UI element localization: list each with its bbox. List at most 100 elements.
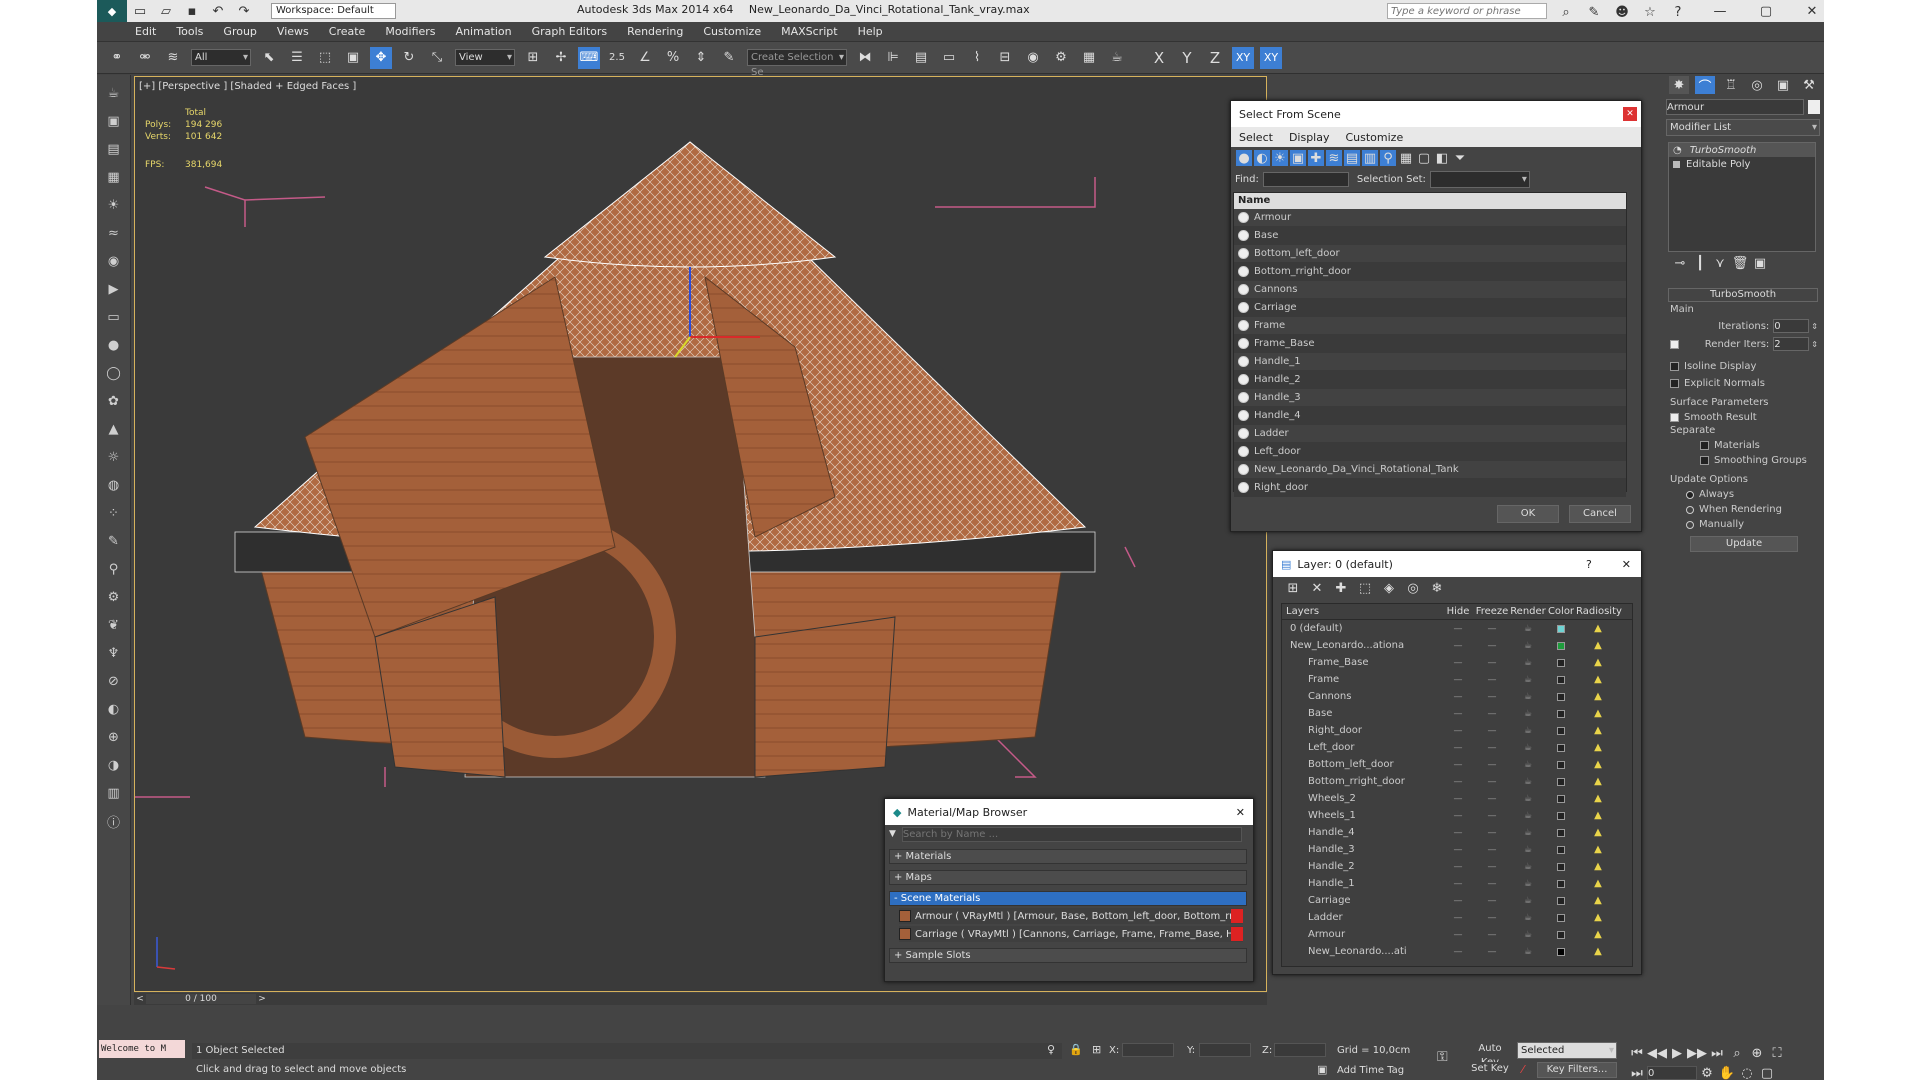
layer-row[interactable]: Bottom_rright_door — — ☕ ▲ bbox=[1282, 773, 1632, 790]
bulb-icon[interactable]: ◔ bbox=[1673, 145, 1682, 156]
window-crossing-icon[interactable]: ▣ bbox=[342, 47, 364, 69]
select-plus-icon[interactable]: ⊕ bbox=[103, 727, 125, 747]
radiosity-icon[interactable]: ▲ bbox=[1576, 912, 1620, 923]
freeze-toggle[interactable]: — bbox=[1474, 777, 1510, 787]
layer-row[interactable]: Handle_4— — ☕ ▲ bbox=[1282, 824, 1632, 841]
new-file-icon[interactable]: ▭ bbox=[129, 0, 151, 22]
scene-list-item[interactable]: Handle_2 bbox=[1234, 371, 1626, 389]
filter-helpers-icon[interactable]: ✚ bbox=[1308, 150, 1324, 166]
filter-geometry-icon[interactable]: ● bbox=[1236, 150, 1252, 166]
axis-y-button[interactable]: Y bbox=[1176, 47, 1198, 69]
radiosity-icon[interactable]: ▲ bbox=[1576, 878, 1620, 889]
col-radiosity[interactable]: Radiosity bbox=[1576, 606, 1622, 617]
globe-icon[interactable]: ◐ bbox=[103, 699, 125, 719]
freeze-toggle[interactable]: — bbox=[1474, 726, 1510, 736]
go-to-end-icon[interactable]: ⏭ bbox=[1709, 1042, 1725, 1064]
col-hide[interactable]: Hide bbox=[1442, 606, 1474, 617]
find-input[interactable] bbox=[1262, 171, 1349, 187]
render-toggle-icon[interactable]: ☕ bbox=[1510, 879, 1546, 889]
selection-filter-dropdown[interactable]: All bbox=[191, 49, 251, 66]
scene-list-item[interactable]: Bottom_left_door bbox=[1234, 245, 1626, 263]
radiosity-icon[interactable]: ▲ bbox=[1576, 708, 1620, 719]
menu-graph-editors[interactable]: Graph Editors bbox=[522, 22, 618, 42]
freeze-toggle[interactable]: — bbox=[1474, 760, 1510, 770]
hide-toggle[interactable]: — bbox=[1442, 624, 1474, 634]
current-frame-input[interactable] bbox=[1647, 1066, 1697, 1080]
freeze-toggle[interactable]: — bbox=[1474, 845, 1510, 855]
scene-list-item[interactable]: Armour bbox=[1234, 209, 1626, 227]
smoothing-groups-checkbox[interactable] bbox=[1700, 456, 1709, 465]
hide-toggle[interactable]: — bbox=[1442, 794, 1474, 804]
render-toggle-icon[interactable]: ☕ bbox=[1510, 811, 1546, 821]
update-button[interactable]: Update bbox=[1690, 536, 1798, 552]
select-scene-menu-display[interactable]: Display bbox=[1289, 131, 1330, 144]
layer-row[interactable]: Armour — — ☕ ▲ bbox=[1282, 926, 1632, 943]
camera-icon[interactable]: ▶ bbox=[103, 279, 125, 299]
render-toggle-icon[interactable]: ☕ bbox=[1510, 726, 1546, 736]
ribbon-icon[interactable]: ▭ bbox=[938, 47, 960, 69]
box-icon[interactable]: ▣ bbox=[103, 111, 125, 131]
layer-color-swatch[interactable] bbox=[1557, 930, 1565, 939]
hide-toggle[interactable]: — bbox=[1442, 777, 1474, 787]
show-end-result-icon[interactable]: ┃ bbox=[1693, 252, 1707, 274]
ruler-icon[interactable]: ⊘ bbox=[103, 671, 125, 691]
layer-color-swatch[interactable] bbox=[1557, 726, 1565, 735]
pivot-center-icon[interactable]: ⊞ bbox=[522, 47, 544, 69]
key-mode-dropdown[interactable]: Selected bbox=[1517, 1042, 1617, 1059]
hide-toggle[interactable]: — bbox=[1442, 930, 1474, 940]
layer-color-swatch[interactable] bbox=[1557, 624, 1565, 633]
hide-toggle[interactable]: — bbox=[1442, 675, 1474, 685]
layer-color-swatch[interactable] bbox=[1557, 896, 1565, 905]
plane-icon[interactable]: ▭ bbox=[103, 307, 125, 327]
radiosity-icon[interactable]: ▲ bbox=[1576, 742, 1620, 753]
radiosity-icon[interactable]: ▲ bbox=[1576, 946, 1620, 957]
filter-warps-icon[interactable]: ≋ bbox=[1326, 150, 1342, 166]
hide-toggle[interactable]: — bbox=[1442, 845, 1474, 855]
layer-color-swatch[interactable] bbox=[1557, 947, 1565, 956]
render-toggle-icon[interactable]: ☕ bbox=[1510, 658, 1546, 668]
scene-list-item[interactable]: Handle_4 bbox=[1234, 407, 1626, 425]
scene-list-item[interactable]: Ladder bbox=[1234, 425, 1626, 443]
layer-color-swatch[interactable] bbox=[1557, 794, 1565, 803]
remove-modifier-icon[interactable]: 🗑 bbox=[1732, 252, 1749, 274]
selection-set-dropdown[interactable] bbox=[1429, 170, 1530, 188]
filter-all-icon[interactable]: ▦ bbox=[1398, 150, 1414, 166]
freeze-toggle[interactable]: — bbox=[1474, 828, 1510, 838]
layer-color-swatch[interactable] bbox=[1557, 913, 1565, 922]
layer-color-swatch[interactable] bbox=[1557, 641, 1565, 650]
play-icon[interactable]: ▶ bbox=[1669, 1042, 1685, 1064]
light-bulb-icon[interactable]: ☀ bbox=[103, 195, 125, 215]
highlight-layer-icon[interactable]: ◈ bbox=[1380, 577, 1398, 599]
motion-tab-icon[interactable]: ◎ bbox=[1747, 76, 1767, 94]
turbosmooth-rollout-header[interactable]: TurboSmooth bbox=[1668, 288, 1818, 302]
stack-item-turbosmooth[interactable]: ◔ TurboSmooth bbox=[1669, 143, 1815, 157]
time-config-icon[interactable]: ⚙ bbox=[1699, 1062, 1715, 1080]
render-toggle-icon[interactable]: ☕ bbox=[1510, 930, 1546, 940]
ball-icon[interactable]: ◍ bbox=[103, 475, 125, 495]
hide-toggle[interactable]: — bbox=[1442, 726, 1474, 736]
user-icon[interactable]: ☻ bbox=[1611, 1, 1633, 23]
scene-list-item[interactable]: Handle_3 bbox=[1234, 389, 1626, 407]
isoline-checkbox[interactable] bbox=[1670, 362, 1679, 371]
zoom-extents-icon[interactable]: ⛶ bbox=[1769, 1042, 1785, 1064]
scene-list-item[interactable]: Cannons bbox=[1234, 281, 1626, 299]
display-tab-icon[interactable]: ▣ bbox=[1773, 76, 1793, 94]
radiosity-icon[interactable]: ▲ bbox=[1576, 793, 1620, 804]
time-slider[interactable]: < 0 / 100 > bbox=[134, 993, 1267, 1005]
col-color[interactable]: Color bbox=[1546, 606, 1576, 617]
radiosity-icon[interactable]: ▲ bbox=[1576, 623, 1620, 634]
hide-toggle[interactable]: — bbox=[1442, 743, 1474, 753]
key-filter-icon[interactable]: ⁄ bbox=[1522, 1063, 1524, 1076]
layer-color-swatch[interactable] bbox=[1557, 777, 1565, 786]
cone-icon[interactable]: ▲ bbox=[103, 419, 125, 439]
roof-top-cap[interactable] bbox=[543, 141, 837, 268]
add-to-layer-icon[interactable]: ✚ bbox=[1332, 577, 1350, 599]
named-selection-set-dropdown[interactable]: Create Selection Se bbox=[747, 49, 847, 78]
filter-lights-icon[interactable]: ☀ bbox=[1272, 150, 1288, 166]
x-coord-input[interactable] bbox=[1122, 1043, 1174, 1057]
search-options-icon[interactable]: ▼ bbox=[889, 829, 896, 839]
radiosity-icon[interactable]: ▲ bbox=[1576, 776, 1620, 787]
layer-color-swatch[interactable] bbox=[1557, 845, 1565, 854]
layer-row[interactable]: Bottom_left_door — — ☕ ▲ bbox=[1282, 756, 1632, 773]
layer-row[interactable]: Carriage — — ☕ ▲ bbox=[1282, 892, 1632, 909]
